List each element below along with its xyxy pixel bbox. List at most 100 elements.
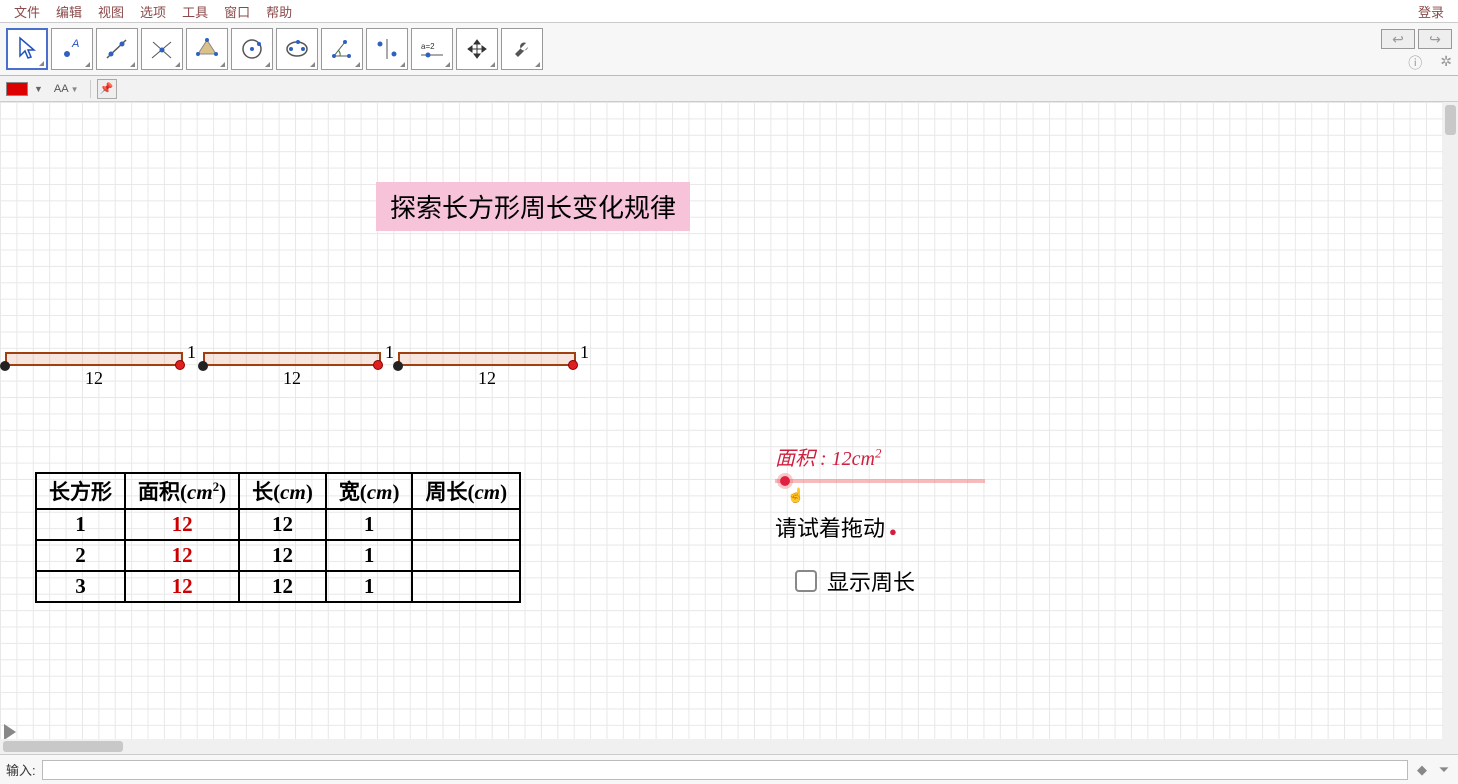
divider (90, 80, 91, 98)
cell-wid: 1 (326, 509, 413, 540)
input-history-dropdown[interactable]: ◆ (1414, 762, 1430, 778)
point-origin[interactable] (198, 361, 208, 371)
redo-button[interactable]: ↪ (1418, 29, 1452, 49)
table-row: 1 12 12 1 (36, 509, 520, 540)
tool-line[interactable] (96, 28, 138, 70)
rectangle-2[interactable]: 1 12 (203, 352, 381, 366)
slider-label: 面积 : 12cm2 (775, 442, 985, 471)
menu-options[interactable]: 选项 (132, 0, 174, 23)
show-perimeter-checkbox[interactable] (795, 570, 817, 592)
text-style-button[interactable]: AA (49, 80, 84, 98)
tool-ellipse[interactable] (276, 28, 318, 70)
point-corner[interactable] (175, 360, 185, 370)
input-bar: 输入: ◆ ⏷ (0, 754, 1458, 784)
ellipse-icon (283, 35, 311, 63)
cell-per (412, 540, 520, 571)
menu-help[interactable]: 帮助 (258, 0, 300, 23)
point-a-icon: A (58, 35, 86, 63)
tool-perpendicular[interactable] (141, 28, 183, 70)
point-origin[interactable] (0, 361, 10, 371)
width-label: 12 (478, 368, 496, 389)
menu-login[interactable]: 登录 (1410, 0, 1452, 23)
th-area: 面积(cm2) (125, 473, 239, 509)
height-label: 1 (385, 342, 394, 363)
svg-text:A: A (71, 38, 79, 50)
help-icon[interactable]: ⓘ (1408, 53, 1422, 73)
cell-len: 12 (239, 540, 326, 571)
command-input[interactable] (42, 760, 1408, 780)
tool-custom[interactable] (501, 28, 543, 70)
toolbar: A a=2 ↩ ↪ ⓘ ✲ (0, 22, 1458, 76)
cell-area: 12 (125, 571, 239, 602)
wrench-icon (508, 35, 536, 63)
horizontal-scrollbar[interactable] (0, 739, 1443, 754)
settings-icon[interactable]: ✲ (1440, 53, 1452, 73)
input-label: 输入: (6, 760, 36, 779)
tool-point[interactable]: A (51, 28, 93, 70)
canvas-title: 探索长方形周长变化规律 (376, 182, 690, 231)
height-label: 1 (187, 342, 196, 363)
grid (0, 102, 1458, 754)
style-bar: ▼ AA 📌 (0, 76, 1458, 102)
menu-view[interactable]: 视图 (90, 0, 132, 23)
table-row: 2 12 12 1 (36, 540, 520, 571)
pin-button[interactable]: 📌 (97, 79, 117, 99)
th-rect: 长方形 (36, 473, 125, 509)
circle-icon (238, 35, 266, 63)
svg-text:a=2: a=2 (421, 42, 435, 51)
play-button[interactable] (4, 724, 16, 740)
polygon-icon (193, 35, 221, 63)
undo-button[interactable]: ↩ (1381, 29, 1415, 49)
tool-move[interactable] (6, 28, 48, 70)
cell-n: 2 (36, 540, 125, 571)
drag-hint: 请试着拖动 (775, 511, 985, 543)
rectangle-1[interactable]: 1 12 (5, 352, 183, 366)
color-dropdown-icon[interactable]: ▼ (34, 84, 43, 94)
cursor-hand-icon: ☝ (787, 487, 804, 504)
reflect-icon (373, 35, 401, 63)
cell-len: 12 (239, 509, 326, 540)
point-corner[interactable] (373, 360, 383, 370)
table-row: 3 12 12 1 (36, 571, 520, 602)
cell-wid: 1 (326, 540, 413, 571)
graphics-view[interactable]: 探索长方形周长变化规律 1 12 1 12 1 12 长方形 面积(cm2) 长… (0, 102, 1458, 754)
tool-move-view[interactable] (456, 28, 498, 70)
cell-area: 12 (125, 509, 239, 540)
scroll-thumb[interactable] (1445, 105, 1456, 135)
height-label: 1 (580, 342, 589, 363)
color-picker[interactable] (6, 82, 28, 96)
menu-bar: 文件 编辑 视图 选项 工具 窗口 帮助 登录 (0, 0, 1458, 22)
pointer-icon (13, 35, 41, 63)
vertical-scrollbar[interactable] (1443, 102, 1458, 754)
cell-len: 12 (239, 571, 326, 602)
input-help-button[interactable]: ⏷ (1436, 762, 1452, 778)
tool-polygon[interactable] (186, 28, 228, 70)
menu-window[interactable]: 窗口 (216, 0, 258, 23)
slider-thumb[interactable] (777, 473, 793, 489)
point-corner[interactable] (568, 360, 578, 370)
move-icon (463, 35, 491, 63)
point-origin[interactable] (393, 361, 403, 371)
tool-circle[interactable] (231, 28, 273, 70)
tool-slider[interactable]: a=2 (411, 28, 453, 70)
line-icon (103, 35, 131, 63)
slider-panel: 面积 : 12cm2 ☝ 请试着拖动 显示周长 (775, 442, 985, 597)
menu-file[interactable]: 文件 (6, 0, 48, 23)
perpendicular-icon (148, 35, 176, 63)
data-table: 长方形 面积(cm2) 长(cm) 宽(cm) 周长(cm) 1 12 12 1… (35, 472, 521, 603)
rectangle-3[interactable]: 1 12 (398, 352, 576, 366)
cell-wid: 1 (326, 571, 413, 602)
cell-n: 3 (36, 571, 125, 602)
menu-edit[interactable]: 编辑 (48, 0, 90, 23)
width-label: 12 (283, 368, 301, 389)
menu-tools[interactable]: 工具 (174, 0, 216, 23)
slider-icon: a=2 (418, 35, 446, 63)
th-wid: 宽(cm) (326, 473, 413, 509)
scroll-thumb[interactable] (3, 741, 123, 752)
cell-n: 1 (36, 509, 125, 540)
area-slider[interactable]: ☝ (775, 479, 985, 483)
tool-reflect[interactable] (366, 28, 408, 70)
tool-angle[interactable] (321, 28, 363, 70)
checkbox-label: 显示周长 (827, 565, 915, 597)
cell-per (412, 509, 520, 540)
